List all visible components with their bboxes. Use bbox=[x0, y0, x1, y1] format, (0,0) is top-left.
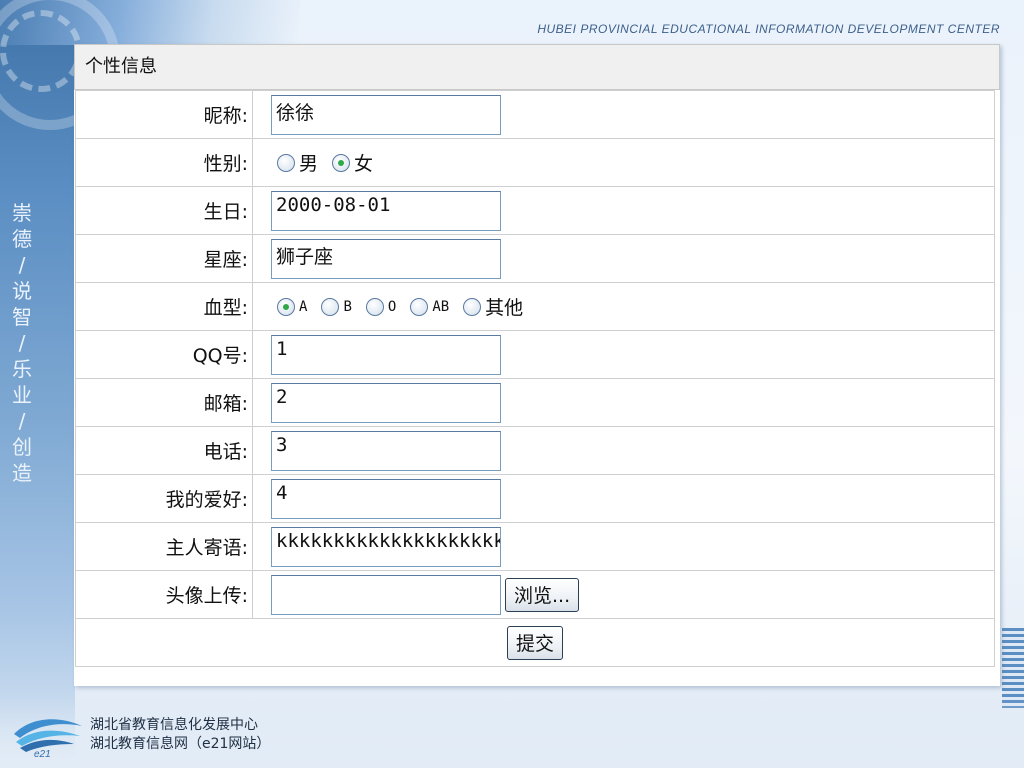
hobbies-input[interactable]: 4 bbox=[271, 478, 501, 519]
form-row-birthday: 生日: 2000-08-01 bbox=[75, 186, 995, 235]
blood-other-radio[interactable] bbox=[463, 297, 482, 316]
slogan-char: 造 bbox=[12, 461, 32, 485]
avatar-label: 头像上传: bbox=[75, 570, 253, 619]
zodiac-input[interactable]: 狮子座 bbox=[271, 238, 501, 279]
blood-a-label: A bbox=[299, 298, 308, 315]
form-row-blood-type: 血型: A B O AB 其他 bbox=[75, 282, 995, 331]
profile-form: 昵称: 徐徐 性别: 男 女 生日: 2000-08-01 星座: 狮子座 血型… bbox=[75, 90, 995, 667]
slogan-char: 业 bbox=[12, 383, 32, 407]
footer-logo: e21 湖北省教育信息化发展中心 湖北教育信息网（e21网站） bbox=[12, 712, 270, 758]
birthday-input[interactable]: 2000-08-01 bbox=[271, 190, 501, 231]
blood-ab-radio[interactable] bbox=[410, 297, 429, 316]
blood-b-radio[interactable] bbox=[321, 297, 340, 316]
nickname-input[interactable]: 徐徐 bbox=[271, 94, 501, 135]
blood-type-radio-group: A B O AB 其他 bbox=[271, 293, 994, 320]
gender-label: 性别: bbox=[75, 138, 253, 187]
form-row-gender: 性别: 男 女 bbox=[75, 138, 995, 187]
email-label: 邮箱: bbox=[75, 378, 253, 427]
owner-message-label: 主人寄语: bbox=[75, 522, 253, 571]
form-row-submit: 提交 bbox=[75, 618, 995, 667]
browse-button[interactable]: 浏览... bbox=[505, 577, 580, 612]
birthday-label: 生日: bbox=[75, 186, 253, 235]
form-row-zodiac: 星座: 狮子座 bbox=[75, 234, 995, 283]
slogan-char: 崇 bbox=[12, 201, 32, 225]
slogan-char: 乐 bbox=[12, 357, 32, 381]
avatar-upload: 浏览... bbox=[271, 574, 994, 615]
gender-male-radio[interactable] bbox=[277, 153, 295, 172]
gender-male-label: 男 bbox=[299, 153, 319, 175]
slogan-char: / bbox=[18, 331, 26, 355]
site-name: 湖北教育信息网（e21网站） bbox=[90, 736, 271, 752]
phone-input[interactable]: 3 bbox=[271, 430, 501, 471]
slogan-char: 智 bbox=[12, 305, 32, 329]
qq-input[interactable]: 1 bbox=[271, 334, 501, 375]
right-stripes-decor bbox=[1002, 628, 1024, 708]
blood-a-radio[interactable] bbox=[277, 297, 295, 316]
gender-female-label: 女 bbox=[354, 153, 374, 175]
e21-logo-icon: e21 bbox=[14, 719, 82, 758]
slogan-char: 创 bbox=[12, 435, 32, 459]
radio-checked-dot bbox=[338, 159, 345, 166]
blood-type-label: 血型: bbox=[75, 282, 253, 331]
profile-panel: 个性信息 昵称: 徐徐 性别: 男 女 生日: 2000-08-01 星座: 狮… bbox=[74, 44, 1000, 686]
form-row-avatar: 头像上传: 浏览... bbox=[75, 570, 995, 619]
radio-checked-dot bbox=[283, 303, 289, 310]
form-row-phone: 电话: 3 bbox=[75, 426, 995, 475]
vertical-slogan: 崇 德 / 说 智 / 乐 业 / 创 造 bbox=[8, 200, 36, 486]
blood-other-label: 其他 bbox=[485, 297, 524, 319]
footer-text: 湖北省教育信息化发展中心 湖北教育信息网（e21网站） bbox=[90, 716, 270, 754]
slogan-char: / bbox=[18, 253, 26, 277]
panel-title: 个性信息 bbox=[74, 44, 1000, 90]
email-input[interactable]: 2 bbox=[271, 382, 501, 423]
blood-o-label: O bbox=[387, 298, 397, 315]
owner-message-input[interactable]: kkkkkkkkkkkkkkkkkkkk bbox=[271, 526, 501, 567]
slogan-char: 德 bbox=[12, 227, 32, 251]
decor-dial bbox=[0, 10, 82, 92]
form-row-qq: QQ号: 1 bbox=[75, 330, 995, 379]
nickname-label: 昵称: bbox=[75, 90, 253, 139]
form-row-hobbies: 我的爱好: 4 bbox=[75, 474, 995, 523]
blood-o-radio[interactable] bbox=[365, 297, 384, 316]
submit-button[interactable]: 提交 bbox=[506, 625, 563, 660]
form-row-nickname: 昵称: 徐徐 bbox=[75, 90, 995, 139]
form-row-email: 邮箱: 2 bbox=[75, 378, 995, 427]
avatar-file-input[interactable] bbox=[271, 574, 501, 615]
zodiac-label: 星座: bbox=[75, 234, 253, 283]
gender-female-radio[interactable] bbox=[332, 153, 351, 172]
form-row-owner-message: 主人寄语: kkkkkkkkkkkkkkkkkkkk bbox=[75, 522, 995, 571]
slogan-char: 说 bbox=[12, 279, 32, 303]
blood-b-label: B bbox=[343, 298, 352, 315]
hobbies-label: 我的爱好: bbox=[75, 474, 253, 523]
svg-text:e21: e21 bbox=[34, 749, 51, 758]
gender-radio-group: 男 女 bbox=[271, 149, 994, 176]
phone-label: 电话: bbox=[75, 426, 253, 475]
blood-ab-label: AB bbox=[432, 298, 450, 315]
qq-label: QQ号: bbox=[75, 330, 253, 379]
center-name-en: HUBEI PROVINCIAL EDUCATIONAL INFORMATION… bbox=[537, 22, 1000, 36]
org-name: 湖北省教育信息化发展中心 bbox=[90, 717, 258, 733]
slogan-char: / bbox=[18, 409, 26, 433]
